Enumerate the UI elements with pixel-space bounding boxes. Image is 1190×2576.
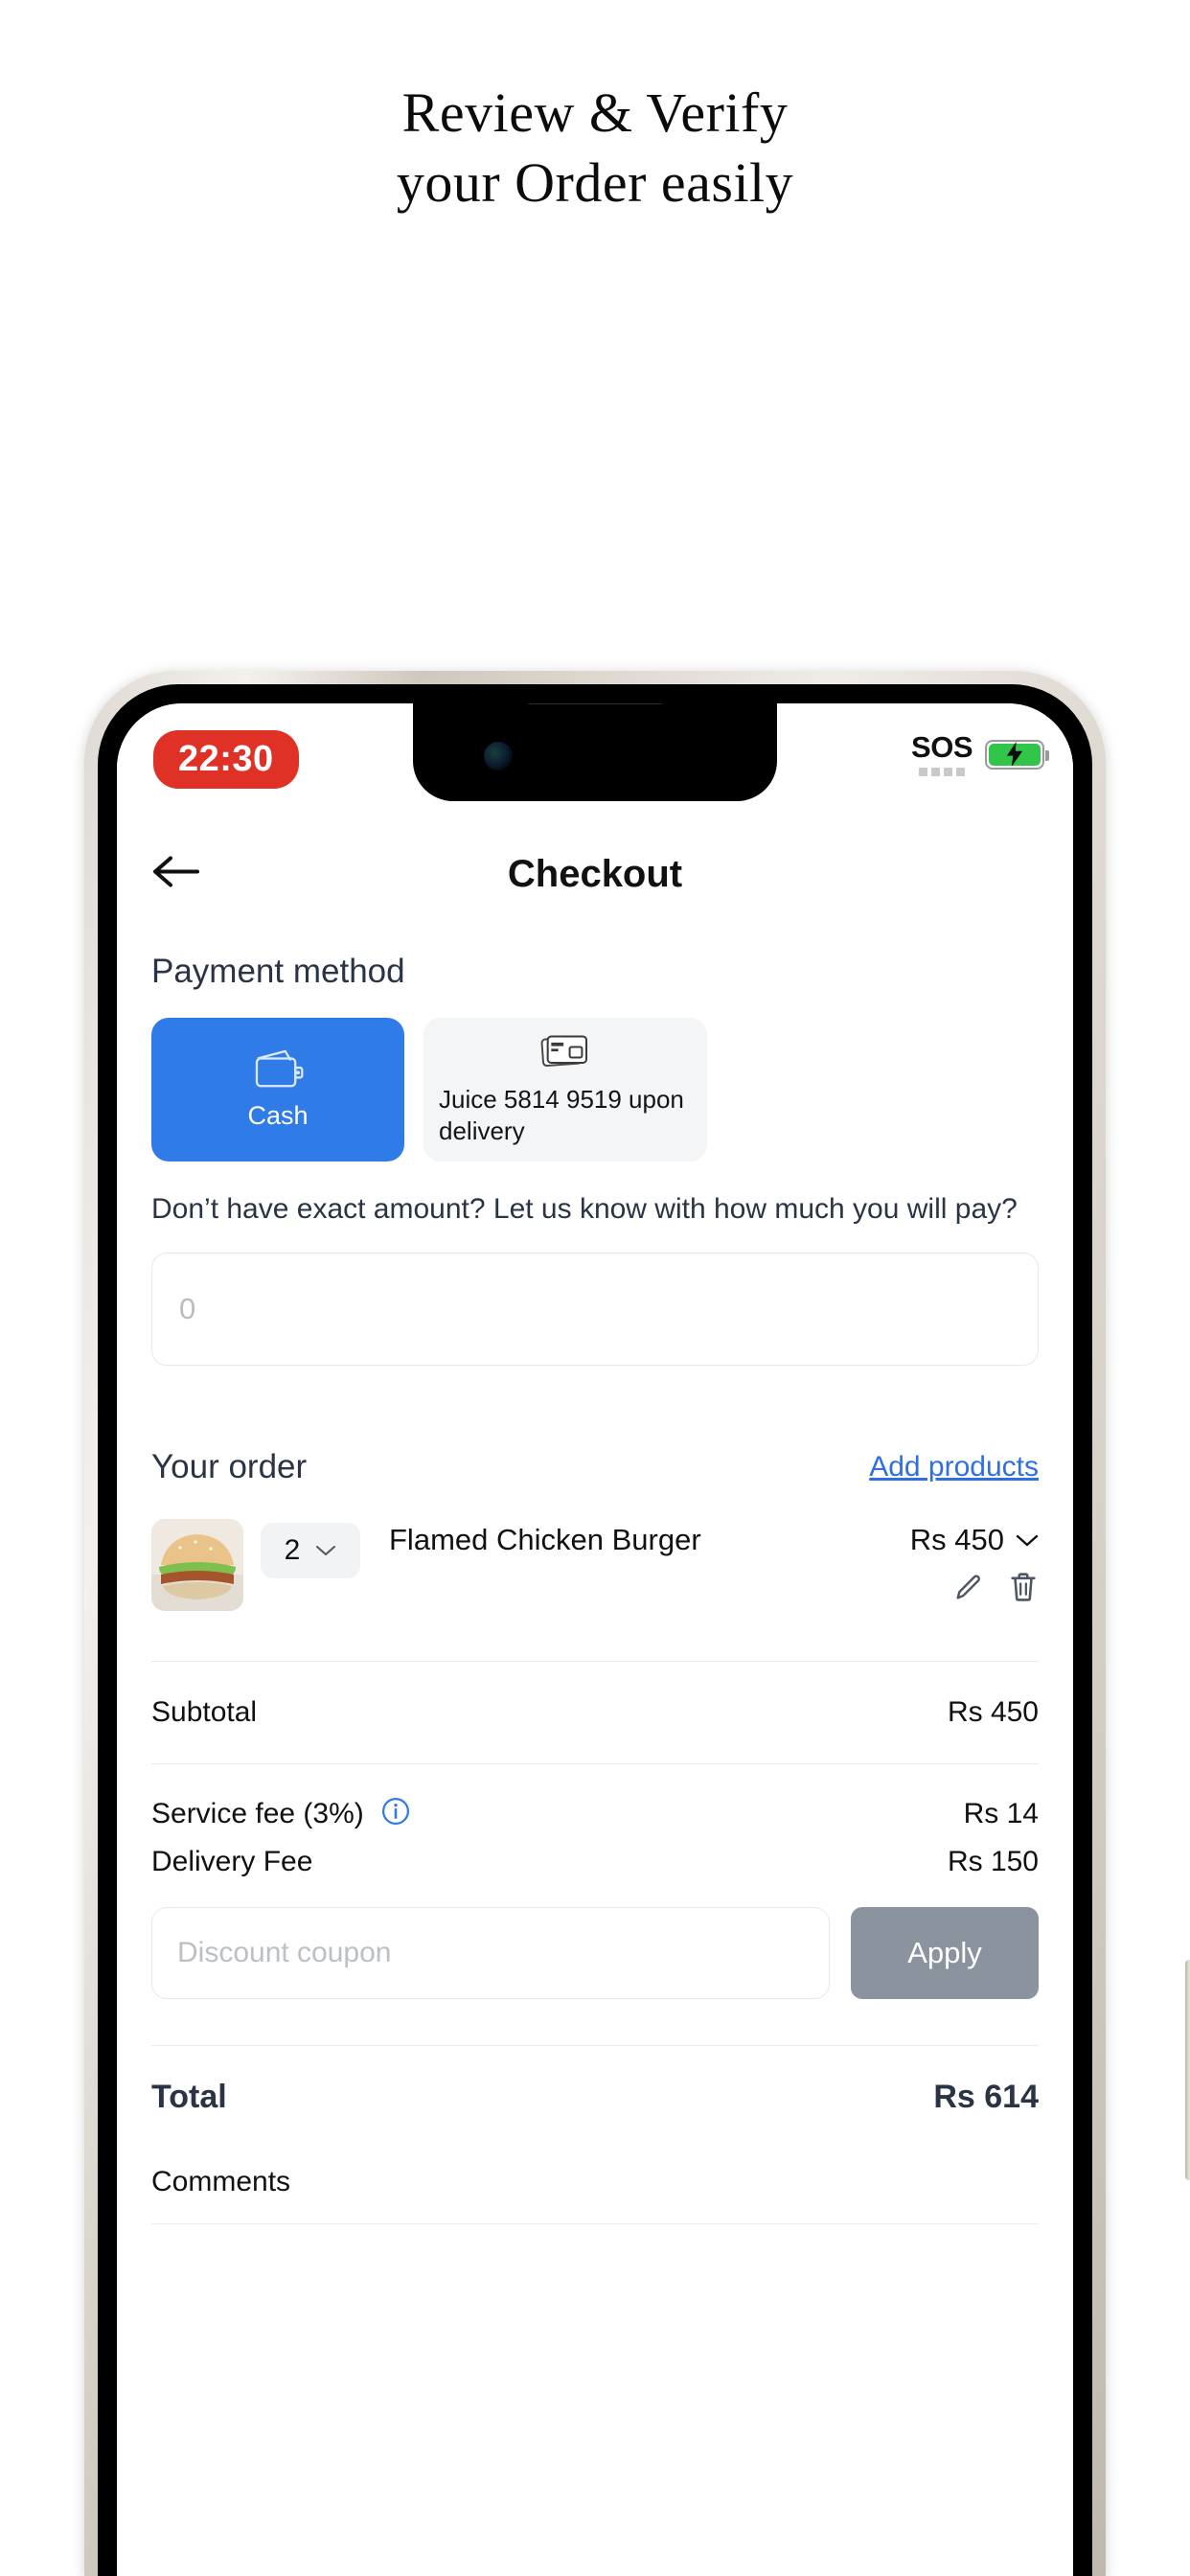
discount-coupon-input[interactable]: Discount coupon bbox=[151, 1907, 830, 2000]
delivery-fee-value: Rs 150 bbox=[947, 1846, 1039, 1878]
phone-screen: 22:30 SOS Checkout Payment method Cash J… bbox=[117, 703, 1073, 2576]
add-products-link[interactable]: Add products bbox=[869, 1451, 1039, 1484]
quantity-value: 2 bbox=[284, 1534, 301, 1567]
discount-coupon-placeholder: Discount coupon bbox=[177, 1937, 392, 1969]
app-header: Checkout bbox=[117, 828, 1073, 920]
promo-headline: Review & Verify your Order easily bbox=[0, 81, 1190, 214]
promo-line-2: your Order easily bbox=[396, 150, 794, 214]
amount-input-placeholder: 0 bbox=[179, 1292, 196, 1326]
payment-option-cash-label: Cash bbox=[247, 1101, 309, 1131]
notch bbox=[413, 703, 777, 801]
quantity-selector[interactable]: 2 bbox=[261, 1523, 360, 1579]
comments-divider bbox=[151, 2223, 1039, 2225]
total-label: Total bbox=[151, 2079, 227, 2116]
status-time: 22:30 bbox=[153, 730, 299, 789]
pencil-icon[interactable] bbox=[952, 1571, 985, 1603]
service-fee-label-wrap: Service fee (3%) bbox=[151, 1797, 410, 1830]
sos-label: SOS bbox=[911, 730, 973, 764]
coupon-row: Discount coupon Apply bbox=[151, 1907, 1039, 2000]
payment-options: Cash Juice 5814 9519 upon delivery bbox=[151, 1018, 1039, 1162]
service-fee-row: Service fee (3%) Rs 14 bbox=[151, 1764, 1039, 1830]
item-price: Rs 450 bbox=[909, 1523, 1004, 1557]
payment-option-cash[interactable]: Cash bbox=[151, 1018, 404, 1162]
item-right-column: Rs 450 bbox=[876, 1519, 1039, 1603]
service-fee-value: Rs 14 bbox=[963, 1797, 1039, 1829]
subtotal-row: Subtotal Rs 450 bbox=[151, 1662, 1039, 1763]
order-item-row: 2 Flamed Chicken Burger Rs 450 bbox=[151, 1519, 1039, 1612]
back-button[interactable] bbox=[151, 855, 201, 894]
item-price-row[interactable]: Rs 450 bbox=[876, 1523, 1039, 1557]
payment-method-title: Payment method bbox=[151, 953, 405, 990]
phone-bezel: 22:30 SOS Checkout Payment method Cash J… bbox=[98, 684, 1092, 2576]
wallet-icon bbox=[255, 1049, 304, 1088]
credit-card-icon bbox=[538, 1031, 592, 1078]
burger-photo bbox=[151, 1519, 243, 1612]
subtotal-value: Rs 450 bbox=[947, 1696, 1039, 1729]
delivery-fee-label: Delivery Fee bbox=[151, 1846, 313, 1878]
arrow-left-icon bbox=[153, 856, 199, 887]
phone-mockup: 22:30 SOS Checkout Payment method Cash J… bbox=[84, 671, 1190, 2576]
order-header: Your order Add products bbox=[151, 1448, 1039, 1486]
product-thumbnail[interactable] bbox=[151, 1519, 243, 1612]
payment-option-juice[interactable]: Juice 5814 9519 upon delivery bbox=[423, 1018, 707, 1162]
charging-bolt-icon bbox=[1006, 742, 1023, 767]
service-fee-label: Service fee (3%) bbox=[151, 1798, 364, 1830]
total-row: Total Rs 614 bbox=[151, 2046, 1039, 2116]
comments-label: Comments bbox=[151, 2166, 291, 2198]
product-name: Flamed Chicken Burger bbox=[389, 1523, 701, 1557]
status-bar: 22:30 SOS bbox=[117, 703, 1073, 816]
delivery-fee-row: Delivery Fee Rs 150 bbox=[151, 1830, 1039, 1878]
total-value: Rs 614 bbox=[933, 2079, 1039, 2116]
signal-dots-icon bbox=[919, 768, 966, 776]
battery-icon bbox=[985, 739, 1049, 770]
front-camera-icon bbox=[484, 742, 513, 770]
apply-coupon-button[interactable]: Apply bbox=[851, 1907, 1039, 2000]
trash-icon[interactable] bbox=[1008, 1571, 1039, 1603]
status-indicators: SOS bbox=[911, 732, 1049, 776]
page-title: Checkout bbox=[507, 852, 683, 895]
item-actions bbox=[876, 1571, 1039, 1603]
amount-input[interactable]: 0 bbox=[151, 1253, 1039, 1367]
exact-amount-note: Don’t have exact amount? Let us know wit… bbox=[151, 1192, 1018, 1225]
subtotal-label: Subtotal bbox=[151, 1696, 258, 1729]
payment-option-juice-label: Juice 5814 9519 upon delivery bbox=[439, 1085, 684, 1146]
info-icon[interactable] bbox=[381, 1797, 410, 1826]
your-order-title: Your order bbox=[151, 1448, 308, 1486]
earpiece-speaker bbox=[522, 703, 668, 704]
chevron-down-icon bbox=[316, 1546, 336, 1556]
chevron-down-icon bbox=[1016, 1534, 1039, 1547]
power-button[interactable] bbox=[1185, 1960, 1190, 2180]
promo-line-1: Review & Verify bbox=[401, 81, 789, 144]
sos-indicator: SOS bbox=[911, 732, 973, 776]
checkout-content: Payment method Cash Juice 5814 9519 upon… bbox=[117, 930, 1073, 2225]
